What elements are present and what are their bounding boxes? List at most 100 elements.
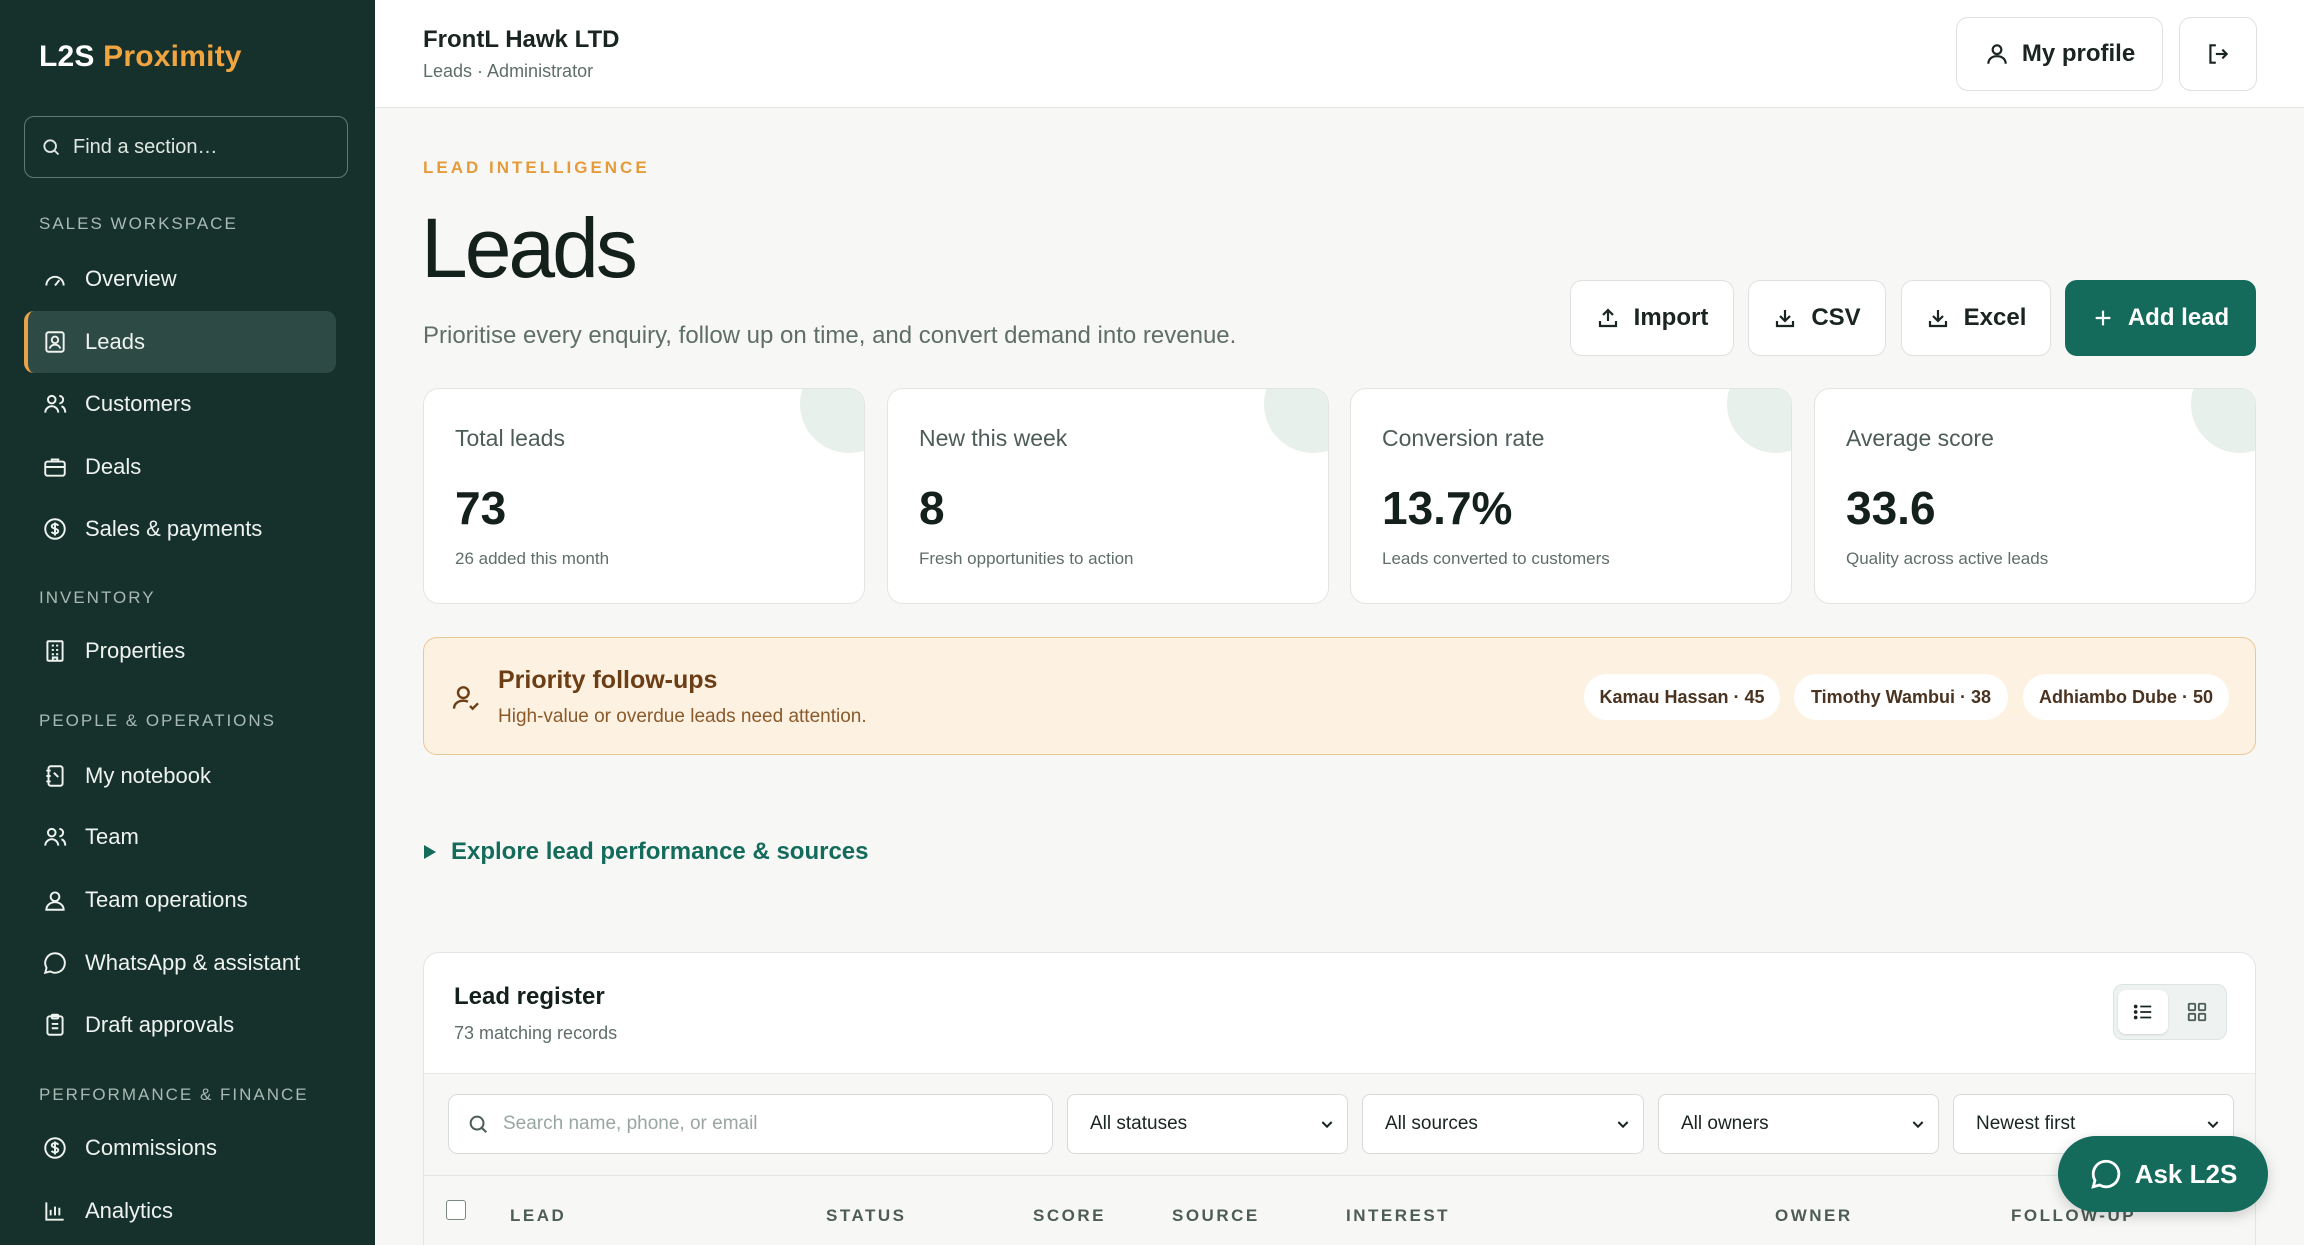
sidebar-item-deals[interactable]: Deals (24, 436, 336, 498)
status-filter-select[interactable]: All statuses (1067, 1094, 1348, 1154)
grid-view-button[interactable] (2172, 990, 2222, 1034)
stat-note: Quality across active leads (1846, 549, 2049, 568)
page-title: Leads (421, 201, 638, 295)
contact-card-icon (41, 328, 69, 356)
list-icon (2132, 1001, 2154, 1023)
sidebar-item-team[interactable]: Team (24, 806, 336, 868)
excel-label: Excel (1963, 304, 2027, 331)
sidebar-item-label: Draft approvals (85, 1012, 235, 1037)
column-header-status[interactable]: STATUS (826, 1206, 906, 1226)
sidebar-item-label: Properties (85, 638, 186, 663)
chat-bubble-icon (2089, 1157, 2123, 1191)
column-header-owner[interactable]: OWNER (1775, 1206, 1853, 1226)
sidebar-item-label: My notebook (85, 763, 211, 788)
sidebar-section-people: PEOPLE & OPERATIONS (39, 711, 277, 730)
page-subtitle: Prioritise every enquiry, follow up on t… (423, 322, 1237, 349)
lead-register: Lead register 73 matching records Search… (423, 952, 2256, 1245)
plus-icon (2092, 307, 2114, 329)
stat-label: Total leads (455, 425, 565, 451)
import-button[interactable]: Import (1570, 280, 1734, 356)
register-title: Lead register (454, 983, 605, 1010)
brand-logo[interactable]: L2S Proximity (39, 40, 242, 74)
stat-label: New this week (919, 425, 1068, 451)
excel-export-button[interactable]: Excel (1901, 280, 2051, 356)
sidebar-item-notebook[interactable]: My notebook (24, 745, 336, 807)
register-count: 73 matching records (454, 1023, 618, 1043)
sidebar-item-label: Customers (85, 391, 192, 416)
priority-subtitle: High-value or overdue leads need attenti… (498, 706, 867, 727)
sidebar-item-whatsapp[interactable]: WhatsApp & assistant (24, 932, 336, 994)
sidebar-item-properties[interactable]: Properties (24, 620, 336, 682)
csv-export-button[interactable]: CSV (1748, 280, 1886, 356)
column-header-lead[interactable]: LEAD (510, 1206, 566, 1226)
sidebar-item-label: Overview (85, 266, 177, 291)
search-icon (467, 1113, 489, 1135)
section-search-placeholder: Find a section… (73, 135, 218, 158)
card-decoration (800, 389, 864, 453)
priority-lead-chip[interactable]: Adhiambo Dube · 50 (2023, 674, 2229, 720)
stat-note: 26 added this month (455, 549, 610, 568)
sidebar-item-label: Sales & payments (85, 516, 263, 541)
sidebar-item-leads[interactable]: Leads (24, 311, 336, 373)
brand-part1: L2S (39, 40, 95, 73)
table-header: LEAD STATUS SCORE SOURCE INTEREST OWNER … (424, 1175, 2255, 1245)
sidebar-item-team-operations[interactable]: Team operations (24, 869, 336, 931)
users-icon (41, 823, 69, 851)
priority-lead-chip[interactable]: Timothy Wambui · 38 (1794, 674, 2008, 720)
stat-card-conversion-rate: Conversion rate 13.7% Leads converted to… (1350, 388, 1792, 604)
priority-followups-banner: Priority follow-ups High-value or overdu… (423, 637, 2256, 755)
user-check-icon (450, 682, 482, 714)
stat-value: 8 (919, 482, 945, 534)
stat-value: 73 (455, 482, 507, 534)
sidebar-item-label: Leads (85, 329, 145, 354)
sidebar-item-draft-approvals[interactable]: Draft approvals (24, 994, 336, 1056)
download-icon (1926, 306, 1950, 330)
ask-assistant-button[interactable]: Ask L2S (2058, 1136, 2268, 1212)
column-header-interest[interactable]: INTEREST (1346, 1206, 1450, 1226)
sort-value: Newest first (1976, 1113, 2076, 1134)
dollar-circle-icon (41, 1134, 69, 1162)
org-name: FrontL Hawk LTD (423, 26, 620, 53)
section-search-input[interactable]: Find a section… (24, 116, 348, 178)
add-lead-button[interactable]: Add lead (2065, 280, 2256, 356)
ask-assistant-label: Ask L2S (2134, 1158, 2238, 1189)
sidebar-item-customers[interactable]: Customers (24, 373, 336, 435)
column-header-score[interactable]: SCORE (1033, 1206, 1106, 1226)
sidebar-item-overview[interactable]: Overview (24, 248, 336, 310)
logout-button[interactable] (2179, 17, 2257, 91)
sidebar-section-sales: SALES WORKSPACE (39, 214, 238, 233)
sidebar-section-performance: PERFORMANCE & FINANCE (39, 1085, 309, 1104)
stat-label: Conversion rate (1382, 425, 1545, 451)
stat-card-new-this-week: New this week 8 Fresh opportunities to a… (887, 388, 1329, 604)
column-header-source[interactable]: SOURCE (1172, 1206, 1260, 1226)
status-filter-value: All statuses (1090, 1113, 1188, 1134)
sidebar-item-analytics[interactable]: Analytics (24, 1180, 336, 1242)
user-check-icon (41, 886, 69, 914)
sidebar-item-label: Team operations (85, 887, 248, 912)
owner-filter-select[interactable]: All owners (1658, 1094, 1939, 1154)
owner-filter-value: All owners (1681, 1113, 1769, 1134)
lead-search-input[interactable]: Search name, phone, or email (448, 1094, 1053, 1154)
upload-icon (1596, 306, 1620, 330)
sidebar-item-commissions[interactable]: Commissions (24, 1117, 336, 1179)
view-toggle (2113, 984, 2227, 1040)
sidebar-item-label: Deals (85, 454, 142, 479)
stat-card-total-leads: Total leads 73 26 added this month (423, 388, 865, 604)
csv-label: CSV (1811, 304, 1861, 331)
source-filter-value: All sources (1385, 1113, 1478, 1134)
top-header: FrontL Hawk LTD Leads · Administrator My… (375, 0, 2304, 108)
sidebar-item-label: Analytics (85, 1198, 174, 1223)
page-eyebrow: LEAD INTELLIGENCE (423, 158, 650, 177)
import-label: Import (1633, 304, 1709, 331)
priority-lead-chip[interactable]: Kamau Hassan · 45 (1584, 674, 1780, 720)
logout-icon (2205, 41, 2231, 67)
sidebar-item-sales-payments[interactable]: Sales & payments (24, 498, 336, 560)
sidebar: L2S Proximity Find a section… SALES WORK… (0, 0, 375, 1245)
search-icon (41, 137, 61, 157)
users-icon (41, 390, 69, 418)
source-filter-select[interactable]: All sources (1362, 1094, 1644, 1154)
explore-performance-toggle[interactable]: Explore lead performance & sources (423, 838, 869, 866)
select-all-checkbox[interactable] (446, 1200, 466, 1220)
list-view-button[interactable] (2118, 990, 2168, 1034)
my-profile-button[interactable]: My profile (1956, 17, 2163, 91)
